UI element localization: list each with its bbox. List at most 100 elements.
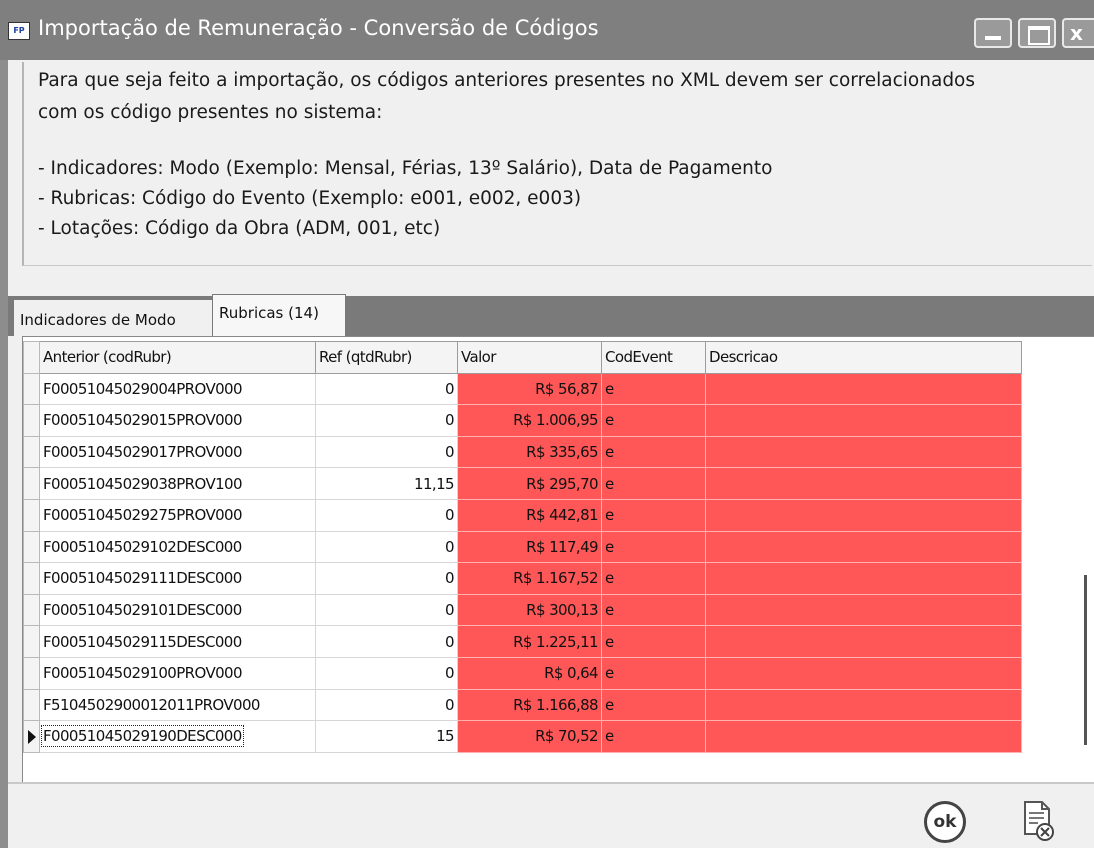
cell-anterior[interactable]: F00051045029102DESC000 [39, 530, 316, 564]
row-indicator[interactable] [23, 593, 40, 627]
cell-valor[interactable]: R$ 300,13 [457, 593, 602, 627]
cell-codevent[interactable]: e [601, 720, 706, 753]
cell-codevent[interactable]: e [601, 656, 706, 690]
cell-valor[interactable]: R$ 0,64 [457, 656, 602, 690]
cell-anterior[interactable]: F00051045029101DESC000 [39, 593, 316, 627]
table-row[interactable]: F00051045029017PROV000 0 R$ 335,65 e [23, 435, 1022, 469]
tab-indicadores-de-modo[interactable]: Indicadores de Modo [14, 300, 214, 336]
cell-codevent[interactable]: e [601, 688, 706, 722]
cell-descricao[interactable] [705, 625, 1022, 658]
cell-descricao[interactable] [705, 562, 1022, 595]
rubricas-grid[interactable]: Anterior (codRubr) Ref (qtdRubr) Valor C… [22, 336, 1094, 782]
cell-anterior[interactable]: F00051045029100PROV000 [39, 656, 316, 690]
cell-ref[interactable]: 0 [315, 688, 458, 722]
title-bar[interactable]: FP Importação de Remuneração - Conversão… [0, 0, 1094, 60]
cell-ref[interactable]: 0 [315, 498, 458, 532]
cell-valor[interactable]: R$ 1.166,88 [457, 688, 602, 722]
cell-anterior[interactable]: F00051045029015PROV000 [39, 404, 316, 437]
row-indicator[interactable] [23, 372, 40, 406]
row-indicator[interactable] [23, 530, 40, 564]
cell-ref[interactable]: 0 [315, 372, 458, 406]
cell-descricao[interactable] [705, 372, 1022, 406]
cell-valor[interactable]: R$ 335,65 [457, 435, 602, 469]
cell-anterior[interactable]: F00051045029275PROV000 [39, 498, 316, 532]
cell-ref[interactable]: 0 [315, 404, 458, 437]
table-row[interactable]: F00051045029190DESC000 15 R$ 70,52 e [23, 720, 1022, 753]
cell-codevent[interactable]: e [601, 625, 706, 658]
cell-codevent[interactable]: e [601, 562, 706, 595]
cell-descricao[interactable] [705, 656, 1022, 690]
ok-button[interactable]: ok [924, 801, 966, 843]
row-indicator[interactable] [23, 404, 40, 437]
cell-ref-text: 0 [445, 537, 455, 556]
cell-ref[interactable]: 0 [315, 562, 458, 595]
maximize-button[interactable] [1018, 18, 1056, 48]
table-row[interactable]: F5104502900012011PROV000 0 R$ 1.166,88 e [23, 688, 1022, 722]
cell-valor[interactable]: R$ 1.167,52 [457, 562, 602, 595]
cell-descricao[interactable] [705, 593, 1022, 627]
cell-codevent[interactable]: e [601, 530, 706, 564]
cell-ref[interactable]: 0 [315, 625, 458, 658]
cell-anterior[interactable]: F00051045029004PROV000 [39, 372, 316, 406]
column-header-descricao[interactable]: Descricao [705, 341, 1022, 374]
cell-ref[interactable]: 0 [315, 530, 458, 564]
cell-valor[interactable]: R$ 295,70 [457, 467, 602, 500]
cell-codevent[interactable]: e [601, 593, 706, 627]
cell-descricao[interactable] [705, 498, 1022, 532]
column-header-ref[interactable]: Ref (qtdRubr) [315, 341, 458, 374]
column-header-valor[interactable]: Valor [457, 341, 602, 374]
cell-anterior[interactable]: F5104502900012011PROV000 [39, 688, 316, 722]
cell-valor[interactable]: R$ 1.225,11 [457, 625, 602, 658]
cell-ref[interactable]: 0 [315, 435, 458, 469]
cell-ref[interactable]: 11,15 [315, 467, 458, 500]
cell-valor[interactable]: R$ 442,81 [457, 498, 602, 532]
row-indicator[interactable] [23, 656, 40, 690]
cell-anterior[interactable]: F00051045029115DESC000 [39, 625, 316, 658]
cell-ref[interactable]: 0 [315, 593, 458, 627]
cell-descricao[interactable] [705, 435, 1022, 469]
cell-codevent[interactable]: e [601, 467, 706, 500]
cell-valor[interactable]: R$ 117,49 [457, 530, 602, 564]
row-indicator[interactable] [23, 625, 40, 658]
table-row[interactable]: F00051045029100PROV000 0 R$ 0,64 e [23, 656, 1022, 690]
table-row[interactable]: F00051045029038PROV100 11,15 R$ 295,70 e [23, 467, 1022, 500]
row-indicator[interactable] [23, 688, 40, 722]
row-indicator[interactable] [23, 562, 40, 595]
cell-anterior[interactable]: F00051045029111DESC000 [39, 562, 316, 595]
column-header-codevent[interactable]: CodEvent [601, 341, 706, 374]
cell-valor[interactable]: R$ 70,52 [457, 720, 602, 753]
cell-descricao[interactable] [705, 688, 1022, 722]
cell-descricao[interactable] [705, 530, 1022, 564]
cell-anterior[interactable]: F00051045029190DESC000 [39, 720, 316, 753]
cell-valor[interactable]: R$ 1.006,95 [457, 404, 602, 437]
cell-valor[interactable]: R$ 56,87 [457, 372, 602, 406]
cell-codevent[interactable]: e [601, 404, 706, 437]
table-row[interactable]: F00051045029004PROV000 0 R$ 56,87 e [23, 372, 1022, 406]
tab-rubricas[interactable]: Rubricas (14) [212, 294, 346, 336]
table-row[interactable]: F00051045029111DESC000 0 R$ 1.167,52 e [23, 562, 1022, 595]
column-header-anterior[interactable]: Anterior (codRubr) [39, 341, 316, 374]
table-row[interactable]: F00051045029275PROV000 0 R$ 442,81 e [23, 498, 1022, 532]
table-row[interactable]: F00051045029101DESC000 0 R$ 300,13 e [23, 593, 1022, 627]
cell-ref[interactable]: 15 [315, 720, 458, 753]
row-indicator[interactable] [23, 498, 40, 532]
table-row[interactable]: F00051045029115DESC000 0 R$ 1.225,11 e [23, 625, 1022, 658]
cell-codevent[interactable]: e [601, 372, 706, 406]
cell-anterior[interactable]: F00051045029038PROV100 [39, 467, 316, 500]
row-indicator[interactable] [23, 467, 40, 500]
cancel-button[interactable] [1022, 800, 1056, 844]
cell-ref[interactable]: 0 [315, 656, 458, 690]
row-indicator[interactable] [23, 435, 40, 469]
cell-descricao[interactable] [705, 467, 1022, 500]
close-button[interactable]: x [1062, 18, 1094, 48]
cell-anterior[interactable]: F00051045029017PROV000 [39, 435, 316, 469]
table-row[interactable]: F00051045029102DESC000 0 R$ 117,49 e [23, 530, 1022, 564]
vertical-scrollbar[interactable] [1084, 575, 1087, 745]
cell-descricao[interactable] [705, 404, 1022, 437]
cell-codevent[interactable]: e [601, 498, 706, 532]
cell-codevent[interactable]: e [601, 435, 706, 469]
minimize-button[interactable] [974, 18, 1012, 48]
cell-descricao[interactable] [705, 720, 1022, 753]
table-row[interactable]: F00051045029015PROV000 0 R$ 1.006,95 e [23, 404, 1022, 437]
row-indicator[interactable] [23, 720, 40, 753]
